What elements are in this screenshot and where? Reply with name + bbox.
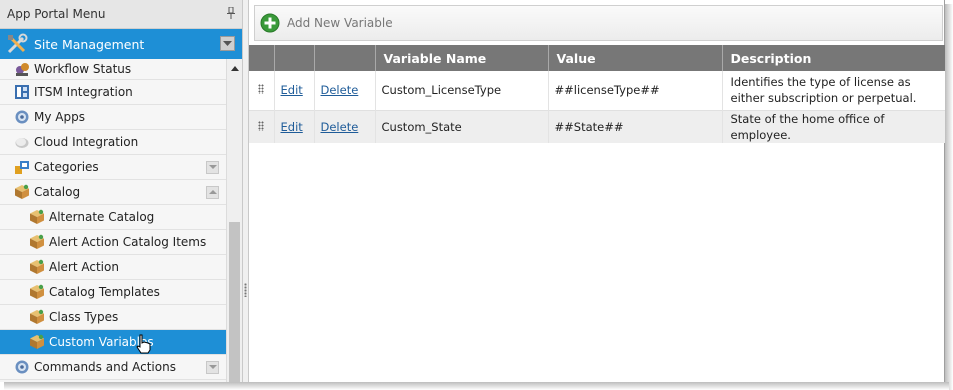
sidebar-item-my-apps[interactable]: My Apps (0, 105, 226, 130)
categories-icon (15, 161, 29, 174)
variable-name-cell: Custom_State (375, 109, 549, 143)
sidebar-item-custom-variables[interactable]: Custom Variables (0, 330, 226, 355)
sidebar-item-label: My Apps (34, 110, 85, 124)
row-drag-handle[interactable] (249, 71, 275, 110)
sidebar-item-label: ITSM Integration (34, 85, 133, 99)
column-header-value[interactable]: Value (548, 45, 723, 71)
add-icon (260, 13, 280, 33)
header-edit (274, 45, 315, 71)
sidebar-item-alert-action[interactable]: Alert Action (0, 255, 226, 280)
sidebar-item-alert-action-catalog-items[interactable]: Alert Action Catalog Items (0, 230, 226, 255)
delete-link[interactable]: Delete (321, 83, 359, 97)
box-icon (15, 184, 29, 199)
menu-title: App Portal Menu (7, 7, 106, 21)
box-icon (30, 209, 44, 224)
chevron-down-icon (223, 40, 232, 46)
sidebar-item-commands-and-actions[interactable]: Commands and Actions (0, 355, 226, 380)
box-icon (30, 234, 44, 249)
value-cell: ##licenseType## (548, 71, 723, 110)
box-icon (30, 334, 44, 349)
toolbar: Add New Variable (254, 5, 943, 41)
window-shadow-right (945, 4, 953, 390)
sidebar-item-label: Alternate Catalog (49, 210, 155, 224)
sidebar-scrollbar[interactable] (226, 59, 242, 382)
sidebar-item-itsm-integration[interactable]: ITSM Integration (0, 80, 226, 105)
add-new-variable-button[interactable]: Add New Variable (260, 13, 393, 33)
table-header-row: Variable Name Value Description (249, 45, 946, 71)
menu-item-list: Workflow Status ITSM Integration My Apps Cl… (0, 59, 226, 382)
sidebar-item-label: Categories (34, 160, 99, 174)
sidebar-item-label: Alert Action Catalog Items (49, 235, 207, 249)
sidebar-item-cloud-integration[interactable]: Cloud Integration (0, 130, 226, 155)
sidebar-item-label: Catalog Templates (49, 285, 160, 299)
edit-link[interactable]: Edit (281, 83, 303, 97)
box-icon (30, 259, 44, 274)
scroll-up-icon[interactable] (231, 65, 239, 71)
row-drag-handle[interactable] (249, 109, 275, 143)
gear-icon (15, 360, 29, 374)
sidebar-item-alternate-catalog[interactable]: Alternate Catalog (0, 205, 226, 230)
main-content: Add New Variable Variable Name Value Des… (249, 0, 946, 382)
sidebar-item-workflow-status[interactable]: Workflow Status (0, 59, 226, 80)
chevron-up-icon (208, 190, 217, 194)
expand-toggle-button[interactable] (206, 161, 219, 174)
chevron-down-icon (208, 165, 217, 169)
pin-icon[interactable] (226, 7, 236, 19)
box-icon (30, 284, 44, 299)
sidebar-item-label: Class Types (49, 310, 119, 324)
expand-toggle-button[interactable] (206, 186, 219, 199)
variables-table: Variable Name Value Description Edit Del… (249, 45, 946, 143)
column-header-description[interactable]: Description (722, 45, 946, 71)
sidebar-item-label: Catalog (34, 185, 81, 199)
header-delete (314, 45, 376, 71)
window-shadow-bottom (4, 382, 949, 390)
description-cell: State of the home office of employee. (722, 109, 946, 143)
chevron-down-icon (208, 365, 217, 369)
table-row[interactable]: Edit Delete Custom_State ##State## State… (249, 109, 946, 143)
section-collapse-button[interactable] (220, 36, 235, 51)
section-site-management[interactable]: Site Management (0, 29, 242, 59)
box-icon (30, 309, 44, 324)
sidebar-item-categories[interactable]: Categories (0, 155, 226, 180)
gear-icon (15, 110, 29, 124)
drag-handle-icon (258, 120, 265, 131)
description-cell: Identifies the type of license as either… (722, 71, 946, 110)
cloud-icon (15, 138, 29, 148)
variable-name-cell: Custom_LicenseType (375, 71, 549, 110)
column-header-variable-name[interactable]: Variable Name (375, 45, 549, 71)
menu-title-bar: App Portal Menu (0, 0, 242, 29)
sidebar-item-class-types[interactable]: Class Types (0, 305, 226, 330)
sidebar-item-catalog-templates[interactable]: Catalog Templates (0, 280, 226, 305)
scrollbar-thumb[interactable] (229, 222, 240, 382)
section-label: Site Management (34, 36, 145, 52)
value-cell: ##State## (548, 109, 723, 143)
splitter-grip[interactable] (244, 283, 247, 297)
sidebar-item-catalog[interactable]: Catalog (0, 180, 226, 205)
edit-link[interactable]: Edit (281, 120, 303, 134)
sidebar-item-label: Cloud Integration (34, 135, 139, 149)
itsm-icon (15, 85, 29, 99)
add-new-variable-label: Add New Variable (287, 16, 393, 30)
expand-toggle-button[interactable] (206, 361, 219, 374)
tools-icon (7, 33, 28, 54)
sidebar-item-label: Commands and Actions (34, 360, 176, 374)
workflow-icon (16, 63, 29, 76)
drag-handle-icon (258, 84, 265, 95)
sidebar-item-label: Workflow Status (34, 62, 132, 76)
delete-link[interactable]: Delete (321, 120, 359, 134)
app-portal-menu: App Portal Menu Site Management Workflow… (0, 0, 243, 382)
sidebar-item-label: Alert Action (49, 260, 119, 274)
header-handle (249, 45, 275, 71)
hand-cursor-icon (135, 334, 153, 354)
table-row[interactable]: Edit Delete Custom_LicenseType ##license… (249, 71, 946, 110)
